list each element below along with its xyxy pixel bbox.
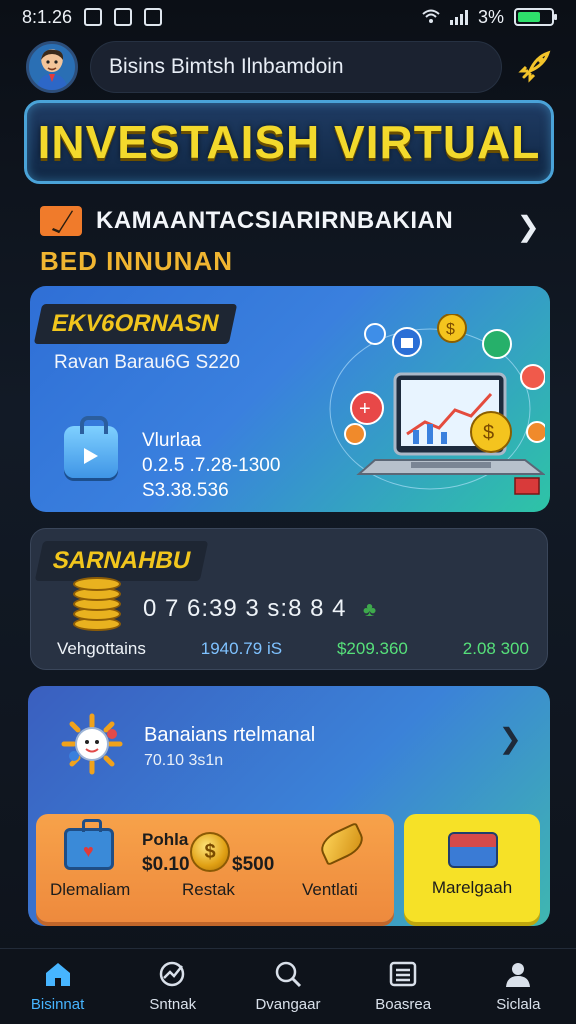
investment-tag: EKV6ORNASN	[33, 304, 237, 344]
promo-right-label: Ventlati	[302, 880, 358, 899]
leaf-icon: ♣	[363, 599, 377, 621]
wifi-icon	[422, 9, 440, 25]
promo-title: Banaians rtelmanal	[144, 724, 316, 746]
status-bar: 8:1.26 3%	[0, 0, 576, 34]
profile-icon	[503, 960, 533, 988]
briefcase-icon: ♥	[64, 819, 114, 870]
header: Bisins Bimtsh Ilnbamdoin	[26, 40, 554, 94]
notification-icon	[84, 8, 103, 26]
chevron-right-icon[interactable]: ❯	[499, 722, 522, 755]
nav-item-chart[interactable]: Sntnak	[118, 954, 228, 1020]
coins-icon	[73, 577, 125, 633]
investment-card[interactable]: EKV6ORNASN Ravan Barau6G S220 Vlurlaa 0.…	[30, 286, 550, 512]
notice-subtitle: BED INNUNAN	[40, 246, 233, 276]
summary-amount: 0 7 6:39 3 s:8 8 4	[143, 595, 347, 622]
signal-icon	[449, 9, 468, 25]
summary-stat-right: 2.08 300	[462, 639, 529, 658]
chart-icon	[158, 960, 188, 988]
laptop-illustration: $ + $	[315, 313, 548, 504]
search-input[interactable]: Bisins Bimtsh Ilnbamdoin	[90, 41, 502, 93]
chevron-right-icon[interactable]: ❯	[517, 210, 540, 243]
status-time: 8:1.26	[22, 6, 73, 27]
promo-card[interactable]: Banaians rtelmanal 70.10 3s1n ❯ ♥ Pohla …	[28, 686, 550, 926]
rocket-icon[interactable]	[514, 47, 554, 87]
promo-amount-1: $0.10	[142, 854, 190, 875]
mail-icon	[40, 206, 82, 236]
investment-value-1: 0.2.5 .7.28-1300	[142, 455, 281, 476]
search-icon	[273, 960, 303, 988]
svg-text:$: $	[446, 321, 455, 338]
investment-label: Vlurlaa	[142, 430, 202, 451]
battery-text: 3%	[477, 6, 504, 27]
investment-value-2: S3.38.536	[142, 480, 229, 501]
summary-label: Vehgottains	[57, 639, 146, 658]
nav-label: Boasrea	[375, 996, 432, 1013]
nav-item-home[interactable]: Bisinnat	[3, 954, 113, 1020]
notice-row[interactable]: KAMAANTACSIARIRNBAKIAN BED INNUNAN ❯	[40, 206, 540, 276]
treasure-button[interactable]: Marelgaah	[404, 814, 540, 922]
notification-icon	[114, 8, 133, 26]
promo-top-label: Pohla	[142, 830, 189, 849]
notification-icon	[144, 8, 163, 26]
battery-icon	[514, 8, 557, 26]
promo-offer-button[interactable]: ♥ Pohla $0.10 $ $500 Dlemaliam Restak Ve…	[36, 814, 394, 922]
promo-mid-label: Restak	[182, 880, 235, 899]
svg-text:$: $	[483, 422, 494, 444]
gold-coin-icon: $	[190, 832, 230, 872]
list-icon	[388, 960, 418, 988]
nav-label: Sntnak	[149, 996, 197, 1013]
treasure-chest-icon	[448, 832, 498, 868]
nav-item-search[interactable]: Dvangaar	[233, 954, 343, 1020]
home-icon	[43, 960, 73, 988]
sun-mascot-icon	[60, 712, 124, 776]
promo-left-label: Dlemaliam	[50, 880, 131, 899]
summary-card[interactable]: SARNAHBU 0 7 6:39 3 s:8 8 4 ♣ Vehgottain…	[30, 528, 548, 670]
title-banner: INVESTAISH VIRTUAL	[24, 100, 554, 184]
nav-item-profile[interactable]: Siclala	[463, 954, 573, 1020]
summary-stat-blue: 1940.79 iS	[200, 639, 283, 658]
nav-label: Siclala	[496, 996, 541, 1013]
search-text: Bisins Bimtsh Ilnbamdoin	[109, 55, 344, 78]
banner-title: INVESTAISH VIRTUAL	[37, 116, 541, 168]
svg-text:+: +	[359, 398, 371, 420]
treasure-label: Marelgaah	[431, 878, 513, 897]
nav-label: Dvangaar	[255, 996, 321, 1013]
summary-stat-green: $209.360	[336, 639, 408, 658]
summary-tag: SARNAHBU	[34, 541, 209, 581]
promo-amount-2: $500	[232, 854, 275, 875]
avatar[interactable]	[26, 41, 78, 93]
gold-leaf-icon	[316, 822, 368, 866]
shopping-bag-icon	[64, 416, 118, 478]
bottom-nav: Bisinnat Sntnak Dvangaar Boasrea Siclala	[0, 948, 576, 1024]
promo-subtitle: 70.10 3s1n	[144, 752, 224, 769]
nav-label: Bisinnat	[30, 996, 85, 1013]
notice-title: KAMAANTACSIARIRNBAKIAN	[96, 207, 454, 234]
investment-subline: Ravan Barau6G S220	[54, 352, 240, 373]
nav-item-list[interactable]: Boasrea	[348, 954, 458, 1020]
